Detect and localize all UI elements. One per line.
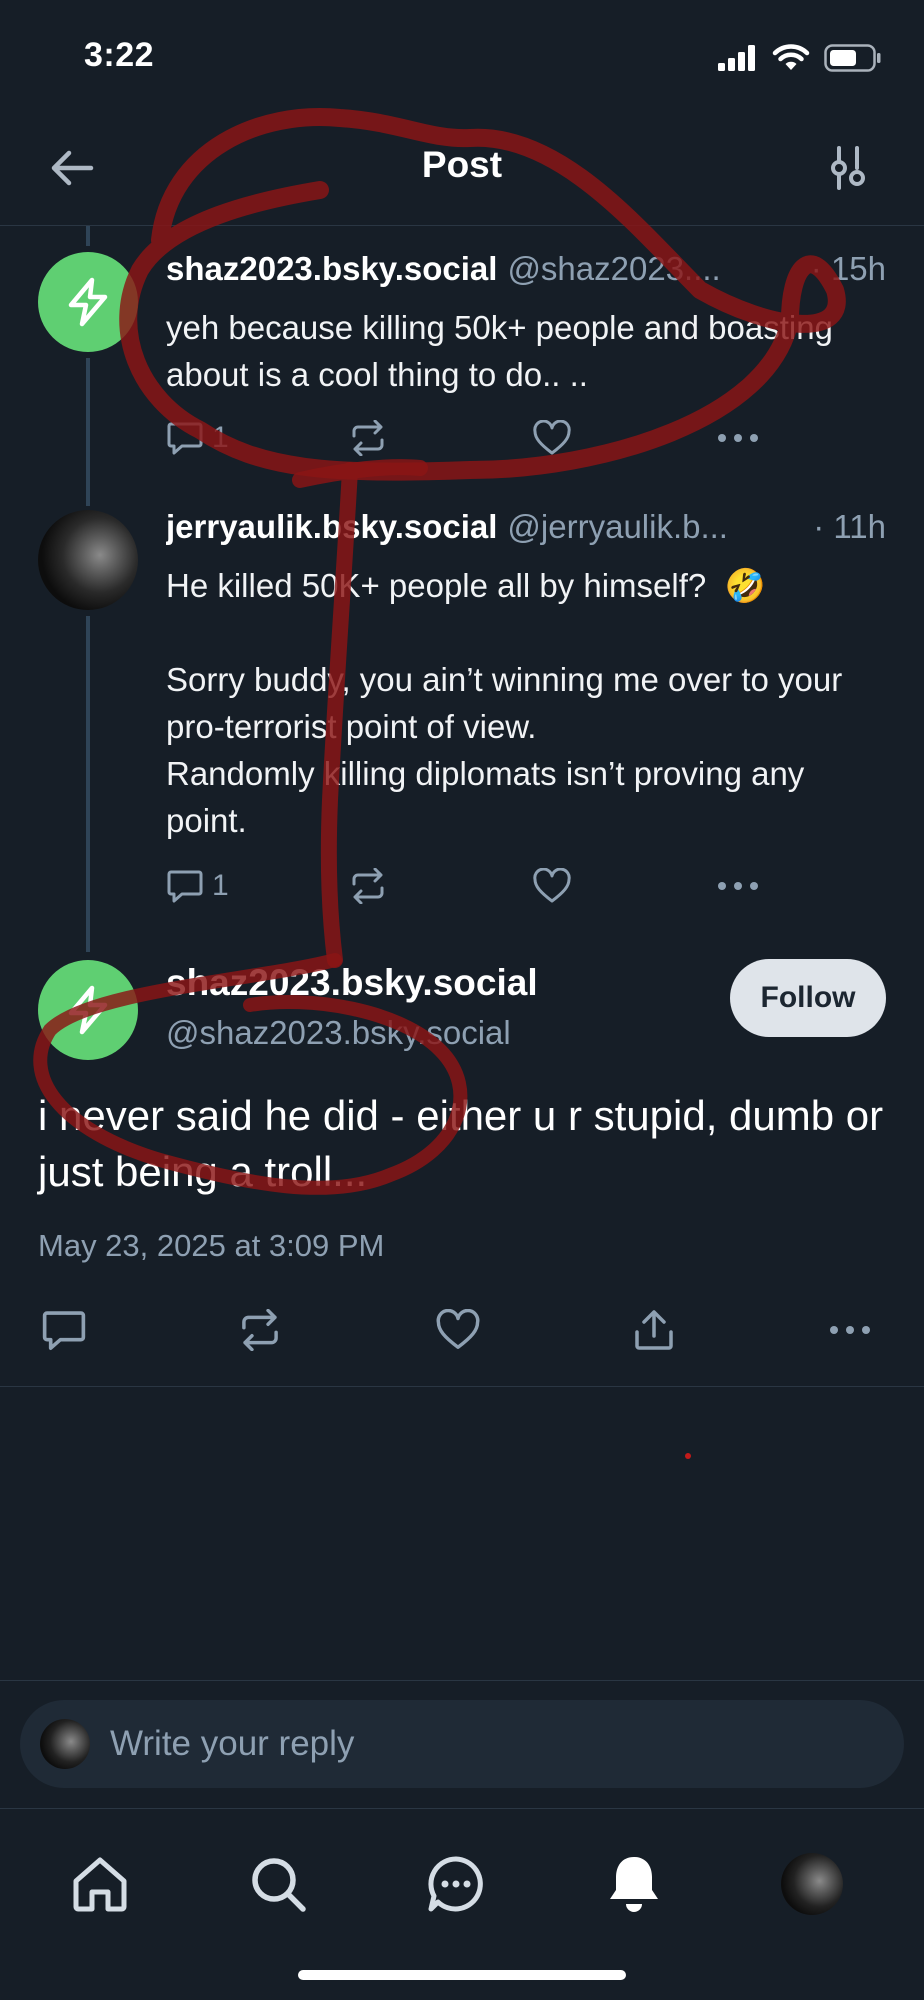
- tab-chat[interactable]: [420, 1848, 492, 1920]
- handle[interactable]: @jerryaulik.b...: [507, 508, 803, 546]
- ellipsis-icon: [718, 882, 758, 890]
- home-indicator: [298, 1970, 626, 1980]
- post-actions: 1: [166, 862, 786, 910]
- post-text: He killed 50K+ people all by himself? 🤣 …: [166, 567, 843, 839]
- status-time: 3:22: [84, 36, 155, 74]
- reply-count: 1: [212, 869, 229, 902]
- profile-avatar: [781, 1853, 843, 1915]
- wifi-icon: [772, 44, 810, 70]
- reply-button[interactable]: [34, 1300, 94, 1360]
- like-button[interactable]: [532, 862, 572, 910]
- heart-icon: [436, 1309, 480, 1349]
- reply-button[interactable]: 1: [166, 414, 229, 462]
- repost-icon: [352, 420, 384, 456]
- post-text: yeh because killing 50k+ people and boas…: [166, 309, 843, 393]
- tab-home[interactable]: [64, 1848, 136, 1920]
- share-button[interactable]: [624, 1300, 684, 1360]
- avatar[interactable]: [38, 252, 138, 352]
- display-name[interactable]: shaz2023.bsky.social: [166, 250, 497, 288]
- handle[interactable]: @shaz2023....: [507, 250, 800, 288]
- repost-icon: [242, 1309, 278, 1351]
- repost-button[interactable]: [348, 414, 388, 462]
- post-actions: 1: [166, 414, 786, 462]
- comment-icon: [167, 422, 203, 455]
- follow-button[interactable]: Follow: [730, 959, 886, 1037]
- sliders-icon: [831, 146, 865, 190]
- reply-composer[interactable]: Write your reply: [20, 1700, 904, 1788]
- display-name[interactable]: jerryaulik.bsky.social: [166, 508, 497, 546]
- timestamp[interactable]: · 15h: [811, 250, 886, 288]
- search-icon: [252, 1858, 306, 1912]
- header: Post: [0, 110, 924, 226]
- avatar[interactable]: [38, 510, 138, 610]
- tab-notifications[interactable]: [598, 1848, 670, 1920]
- like-button[interactable]: [428, 1300, 488, 1360]
- repost-button[interactable]: [348, 862, 388, 910]
- handle[interactable]: @shaz2023.bsky.social: [166, 1014, 511, 1052]
- thread-line: [86, 616, 90, 952]
- divider: [0, 1680, 924, 1681]
- more-options-button[interactable]: [820, 1300, 880, 1360]
- thread-line: [86, 358, 90, 506]
- timestamp[interactable]: · 11h: [813, 508, 886, 546]
- share-icon: [635, 1310, 673, 1350]
- bell-icon: [610, 1857, 658, 1912]
- post-actions: [0, 1300, 924, 1360]
- status-icons: [718, 40, 882, 76]
- ellipsis-icon: [718, 434, 758, 442]
- heart-icon: [533, 420, 571, 455]
- avatar: [40, 1719, 90, 1769]
- ellipsis-icon: [830, 1326, 870, 1334]
- page-title: Post: [421, 144, 503, 185]
- avatar[interactable]: [38, 960, 138, 1060]
- battery-icon: [824, 44, 881, 72]
- repost-button[interactable]: [230, 1300, 290, 1360]
- like-button[interactable]: [532, 414, 572, 462]
- repost-icon: [352, 868, 384, 904]
- thread-settings-button[interactable]: [820, 140, 876, 196]
- more-options-button[interactable]: [716, 862, 760, 910]
- post-date: May 23, 2025 at 3:09 PM: [38, 1228, 385, 1263]
- thread-line-top: [86, 226, 90, 246]
- divider: [0, 1386, 924, 1387]
- home-icon: [73, 1857, 127, 1912]
- post-text: i never said he did - either u r stupid,…: [38, 1092, 884, 1195]
- tab-search[interactable]: [242, 1848, 314, 1920]
- post-header: shaz2023.bsky.social @shaz2023.... · 15h: [166, 250, 886, 294]
- comment-icon: [42, 1311, 86, 1350]
- heart-icon: [533, 868, 571, 903]
- status-bar: 3:22: [0, 0, 924, 110]
- post-header: jerryaulik.bsky.social @jerryaulik.b... …: [166, 508, 886, 552]
- display-name[interactable]: shaz2023.bsky.social: [166, 962, 538, 1004]
- reply-count: 1: [212, 421, 229, 454]
- lightning-bolt-icon: [68, 277, 108, 327]
- lightning-bolt-icon: [68, 985, 108, 1035]
- cellular-signal-icon: [718, 45, 755, 71]
- tab-profile[interactable]: [776, 1848, 848, 1920]
- reply-button[interactable]: 1: [166, 862, 229, 910]
- reply-placeholder[interactable]: Write your reply: [110, 1724, 354, 1764]
- chat-icon: [428, 1856, 483, 1912]
- more-options-button[interactable]: [716, 414, 760, 462]
- comment-icon: [167, 870, 203, 903]
